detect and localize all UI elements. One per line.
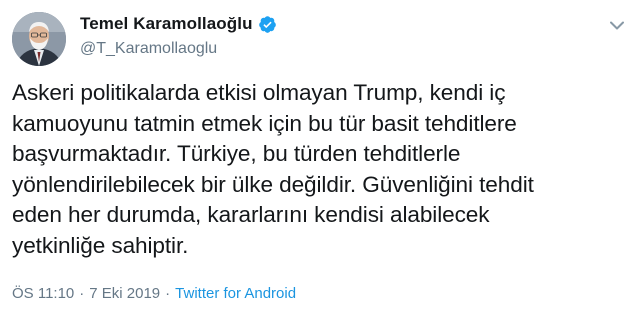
meta-separator: · bbox=[165, 285, 171, 302]
tweet-metadata: ÖS 11:10 · 7 Eki 2019 · Twitter for Andr… bbox=[12, 285, 296, 302]
chevron-down-icon[interactable] bbox=[606, 14, 628, 36]
tweet-card: Temel Karamollaoğlu @T_Karamollaoglu Ask… bbox=[0, 0, 640, 319]
display-name-row: Temel Karamollaoğlu bbox=[80, 13, 277, 35]
tweet-text-line: yetkinliğe sahiptir. bbox=[12, 232, 189, 258]
tweet-text-line: kamuoyunu tatmin etmek için bu tür basit… bbox=[12, 110, 517, 136]
tweet-text-line: yönlendirilebilecek bir ülke değildir. G… bbox=[12, 171, 534, 197]
author-info: Temel Karamollaoğlu @T_Karamollaoglu bbox=[80, 13, 277, 58]
avatar[interactable] bbox=[12, 12, 66, 66]
user-handle[interactable]: @T_Karamollaoglu bbox=[80, 40, 277, 58]
verified-badge-icon bbox=[258, 15, 277, 34]
tweet-date[interactable]: 7 Eki 2019 bbox=[89, 285, 160, 302]
tweet-text-line: başvurmaktadır. Türkiye, bu türden tehdi… bbox=[12, 141, 461, 166]
meta-separator: · bbox=[79, 285, 85, 302]
tweet-text-line: eden her durumda, kararlarını kendisi al… bbox=[12, 202, 490, 227]
tweet-text: Askeri politikalarda etkisi olmayan Trum… bbox=[12, 78, 624, 261]
avatar-portrait-icon bbox=[12, 12, 66, 66]
display-name[interactable]: Temel Karamollaoğlu bbox=[80, 14, 253, 34]
tweet-text-line: Askeri politikalarda etkisi olmayan Trum… bbox=[12, 80, 506, 105]
tweet-source-link[interactable]: Twitter for Android bbox=[175, 285, 296, 302]
tweet-time[interactable]: ÖS 11:10 bbox=[12, 285, 74, 302]
